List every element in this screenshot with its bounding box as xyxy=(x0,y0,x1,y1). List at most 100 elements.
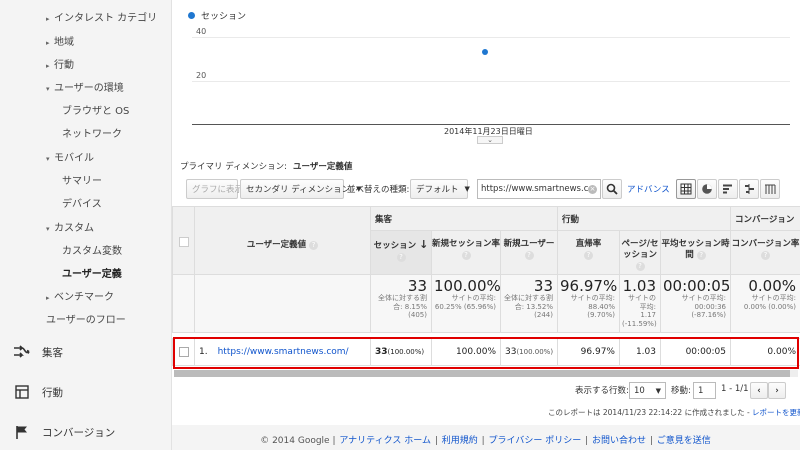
total-new-session-rate: 100.00% サイトの平均: 60.25% (65.96%) xyxy=(431,274,501,333)
secondary-dimension-dropdown[interactable]: セカンダリ ディメンション ▼ xyxy=(240,179,362,199)
metric-header-avg-session-duration[interactable]: 平均セッション時間 ? xyxy=(660,230,731,275)
help-icon[interactable]: ? xyxy=(696,251,706,260)
sidebar-item-user-defined[interactable]: ユーザー定義 xyxy=(62,265,122,280)
metric-header-bounce-rate[interactable]: 直帰率? xyxy=(557,230,620,275)
view-performance-button[interactable] xyxy=(718,179,738,199)
gridline-20 xyxy=(192,81,790,82)
row-dimension-link[interactable]: https://www.smartnews.com/ xyxy=(218,347,349,357)
footer-link-analytics-home[interactable]: アナリティクス ホーム xyxy=(339,436,431,446)
sidebar-item-devices[interactable]: デバイス xyxy=(62,195,102,210)
chart-legend: セッション xyxy=(188,9,246,22)
select-all-checkbox[interactable] xyxy=(178,237,189,247)
sidebar-item-browser-os[interactable]: ブラウザと OS xyxy=(62,102,129,117)
comparison-icon xyxy=(745,184,754,194)
sidebar-section-conversions[interactable]: コンバージョン xyxy=(12,424,115,440)
table-search-input[interactable]: https://www.smartnews.con × xyxy=(477,179,601,199)
help-icon[interactable]: ? xyxy=(309,240,319,250)
total-sessions: 33 全体に対する割合: 8.15% (405) xyxy=(370,274,432,333)
rows-per-page-select[interactable]: 10 ▼ xyxy=(629,382,666,399)
sidebar-item-custom-variables[interactable]: カスタム変数 xyxy=(62,242,122,257)
metric-header-sessions[interactable]: セッション ↓? xyxy=(370,230,432,275)
goto-page-input[interactable]: 1 xyxy=(693,382,716,399)
primary-dimension: プライマリ ディメンション: ユーザー定義値 xyxy=(180,162,353,172)
sort-type-label: 並べ替えの種類: xyxy=(347,185,410,195)
sidebar-item-summary[interactable]: サマリー xyxy=(62,172,102,187)
group-header-behavior: 行動 xyxy=(557,206,731,231)
row-conversion-rate: 0.00% xyxy=(730,338,800,366)
data-point[interactable] xyxy=(482,49,488,56)
total-new-users: 33 全体に対する割合: 13.52% (244) xyxy=(500,274,558,333)
metric-header-pages-per-session[interactable]: ページ/セッション ? xyxy=(619,230,661,275)
metric-header-new-users[interactable]: 新規ユーザー ? xyxy=(500,230,558,275)
refresh-report-link[interactable]: レポートを更新 xyxy=(752,408,800,417)
prev-page-button[interactable]: ‹ xyxy=(750,382,768,399)
clear-icon[interactable]: × xyxy=(588,184,597,194)
chart-resize-handle[interactable]: ⌄ xyxy=(477,136,503,144)
report-table: ユーザー定義値 ? 集客 行動 コンバージョン セッション ↓? 新規セッション… xyxy=(172,206,800,366)
table-row[interactable]: 1. https://www.smartnews.com/ 33(100.00%)… xyxy=(172,338,800,366)
footer-link-contact[interactable]: お問い合わせ xyxy=(592,436,646,446)
sessions-chart: セッション 40 20 2014年11月23日日曜日 ⌄ xyxy=(172,0,800,150)
advanced-filter-link[interactable]: アドバンス xyxy=(627,183,670,195)
help-icon[interactable]: ? xyxy=(635,262,645,271)
page-range: 1 - 1/1 xyxy=(721,384,749,394)
sort-type-dropdown[interactable]: デフォルト ▼ xyxy=(410,179,470,199)
view-pivot-button[interactable] xyxy=(760,179,780,199)
dimension-header[interactable]: ユーザー定義値 ? xyxy=(194,206,371,275)
footer-link-privacy[interactable]: プライバシー ポリシー xyxy=(489,436,582,446)
report-generated-note: このレポートは 2014/11/23 22:14:22 に作成されました - レ… xyxy=(548,407,800,418)
rows-per-page-label: 表示する行数: xyxy=(575,386,629,396)
view-table-button[interactable] xyxy=(676,179,696,199)
view-comparison-button[interactable] xyxy=(739,179,759,199)
metric-header-new-session-rate[interactable]: 新規セッション率? xyxy=(431,230,501,275)
sort-down-icon: ↓ xyxy=(419,238,429,251)
total-conversion-rate: 0.00% サイトの平均: 0.00% (0.00%) xyxy=(730,274,800,333)
view-pie-button[interactable] xyxy=(697,179,717,199)
chevron-down-icon: ▼ xyxy=(655,386,661,395)
chevron-right-icon: › xyxy=(775,385,779,396)
bar-chart-icon xyxy=(723,184,732,194)
row-checkbox[interactable] xyxy=(178,347,189,357)
table-group-header-row: ユーザー定義値 ? 集客 行動 コンバージョン xyxy=(172,206,800,275)
sidebar-section-acquisition[interactable]: 集客 xyxy=(12,344,63,360)
x-axis xyxy=(192,124,790,125)
pivot-icon xyxy=(765,184,776,194)
legend-dot xyxy=(188,12,195,19)
help-icon[interactable]: ? xyxy=(761,251,770,260)
horizontal-scrollbar[interactable] xyxy=(174,370,790,377)
row-pages-per-session: 1.03 xyxy=(619,338,661,366)
help-icon[interactable]: ? xyxy=(584,251,593,260)
pie-chart-icon xyxy=(702,184,712,194)
footer-link-terms[interactable]: 利用規約 xyxy=(442,436,478,446)
footer-link-feedback[interactable]: ご意見を送信 xyxy=(657,436,711,446)
chevron-left-icon: ‹ xyxy=(757,385,761,396)
sidebar-item-behavior[interactable]: ▸ 行動 xyxy=(46,56,74,71)
sidebar: ▸ インタレスト カテゴリ ▸ 地域 ▸ 行動 ▾ ユーザーの環境 ブラウザと OS ネ… xyxy=(0,0,172,450)
help-icon[interactable]: ? xyxy=(396,253,406,262)
sidebar-item-mobile[interactable]: ▾ モバイル xyxy=(46,149,94,164)
search-button[interactable] xyxy=(602,179,622,199)
row-new-users: 33(100.00%) xyxy=(500,338,558,366)
table-view-icon xyxy=(680,183,692,195)
primary-dimension-value[interactable]: ユーザー定義値 xyxy=(293,162,352,172)
sidebar-item-benchmark[interactable]: ▸ ベンチマーク xyxy=(46,288,114,303)
next-page-button[interactable]: › xyxy=(768,382,786,399)
plot-rows-button[interactable]: グラフに表示 xyxy=(186,179,243,199)
metric-header-conversion-rate[interactable]: コンバージョン率 ? xyxy=(730,230,800,275)
help-icon[interactable]: ? xyxy=(461,251,471,260)
sidebar-item-interest-categories[interactable]: ▸ インタレスト カテゴリ xyxy=(46,9,157,24)
sidebar-item-network[interactable]: ネットワーク xyxy=(62,125,122,140)
sidebar-item-technology[interactable]: ▾ ユーザーの環境 xyxy=(46,79,124,94)
help-icon[interactable]: ? xyxy=(524,251,534,260)
acquisition-icon xyxy=(12,344,32,360)
search-icon xyxy=(606,183,618,195)
sidebar-item-users-flow[interactable]: ユーザーのフロー xyxy=(46,311,126,326)
sidebar-section-behavior[interactable]: 行動 xyxy=(12,384,63,400)
total-bounce-rate: 96.97% サイトの平均: 88.40% (9.70%) xyxy=(557,274,620,333)
sidebar-item-geo[interactable]: ▸ 地域 xyxy=(46,33,74,48)
sidebar-item-custom[interactable]: ▾ カスタム xyxy=(46,219,94,234)
chevron-down-icon: ▼ xyxy=(464,185,470,193)
y-tick-label: 20 xyxy=(196,71,207,80)
flag-icon xyxy=(12,424,32,440)
y-tick-label: 40 xyxy=(196,27,207,36)
